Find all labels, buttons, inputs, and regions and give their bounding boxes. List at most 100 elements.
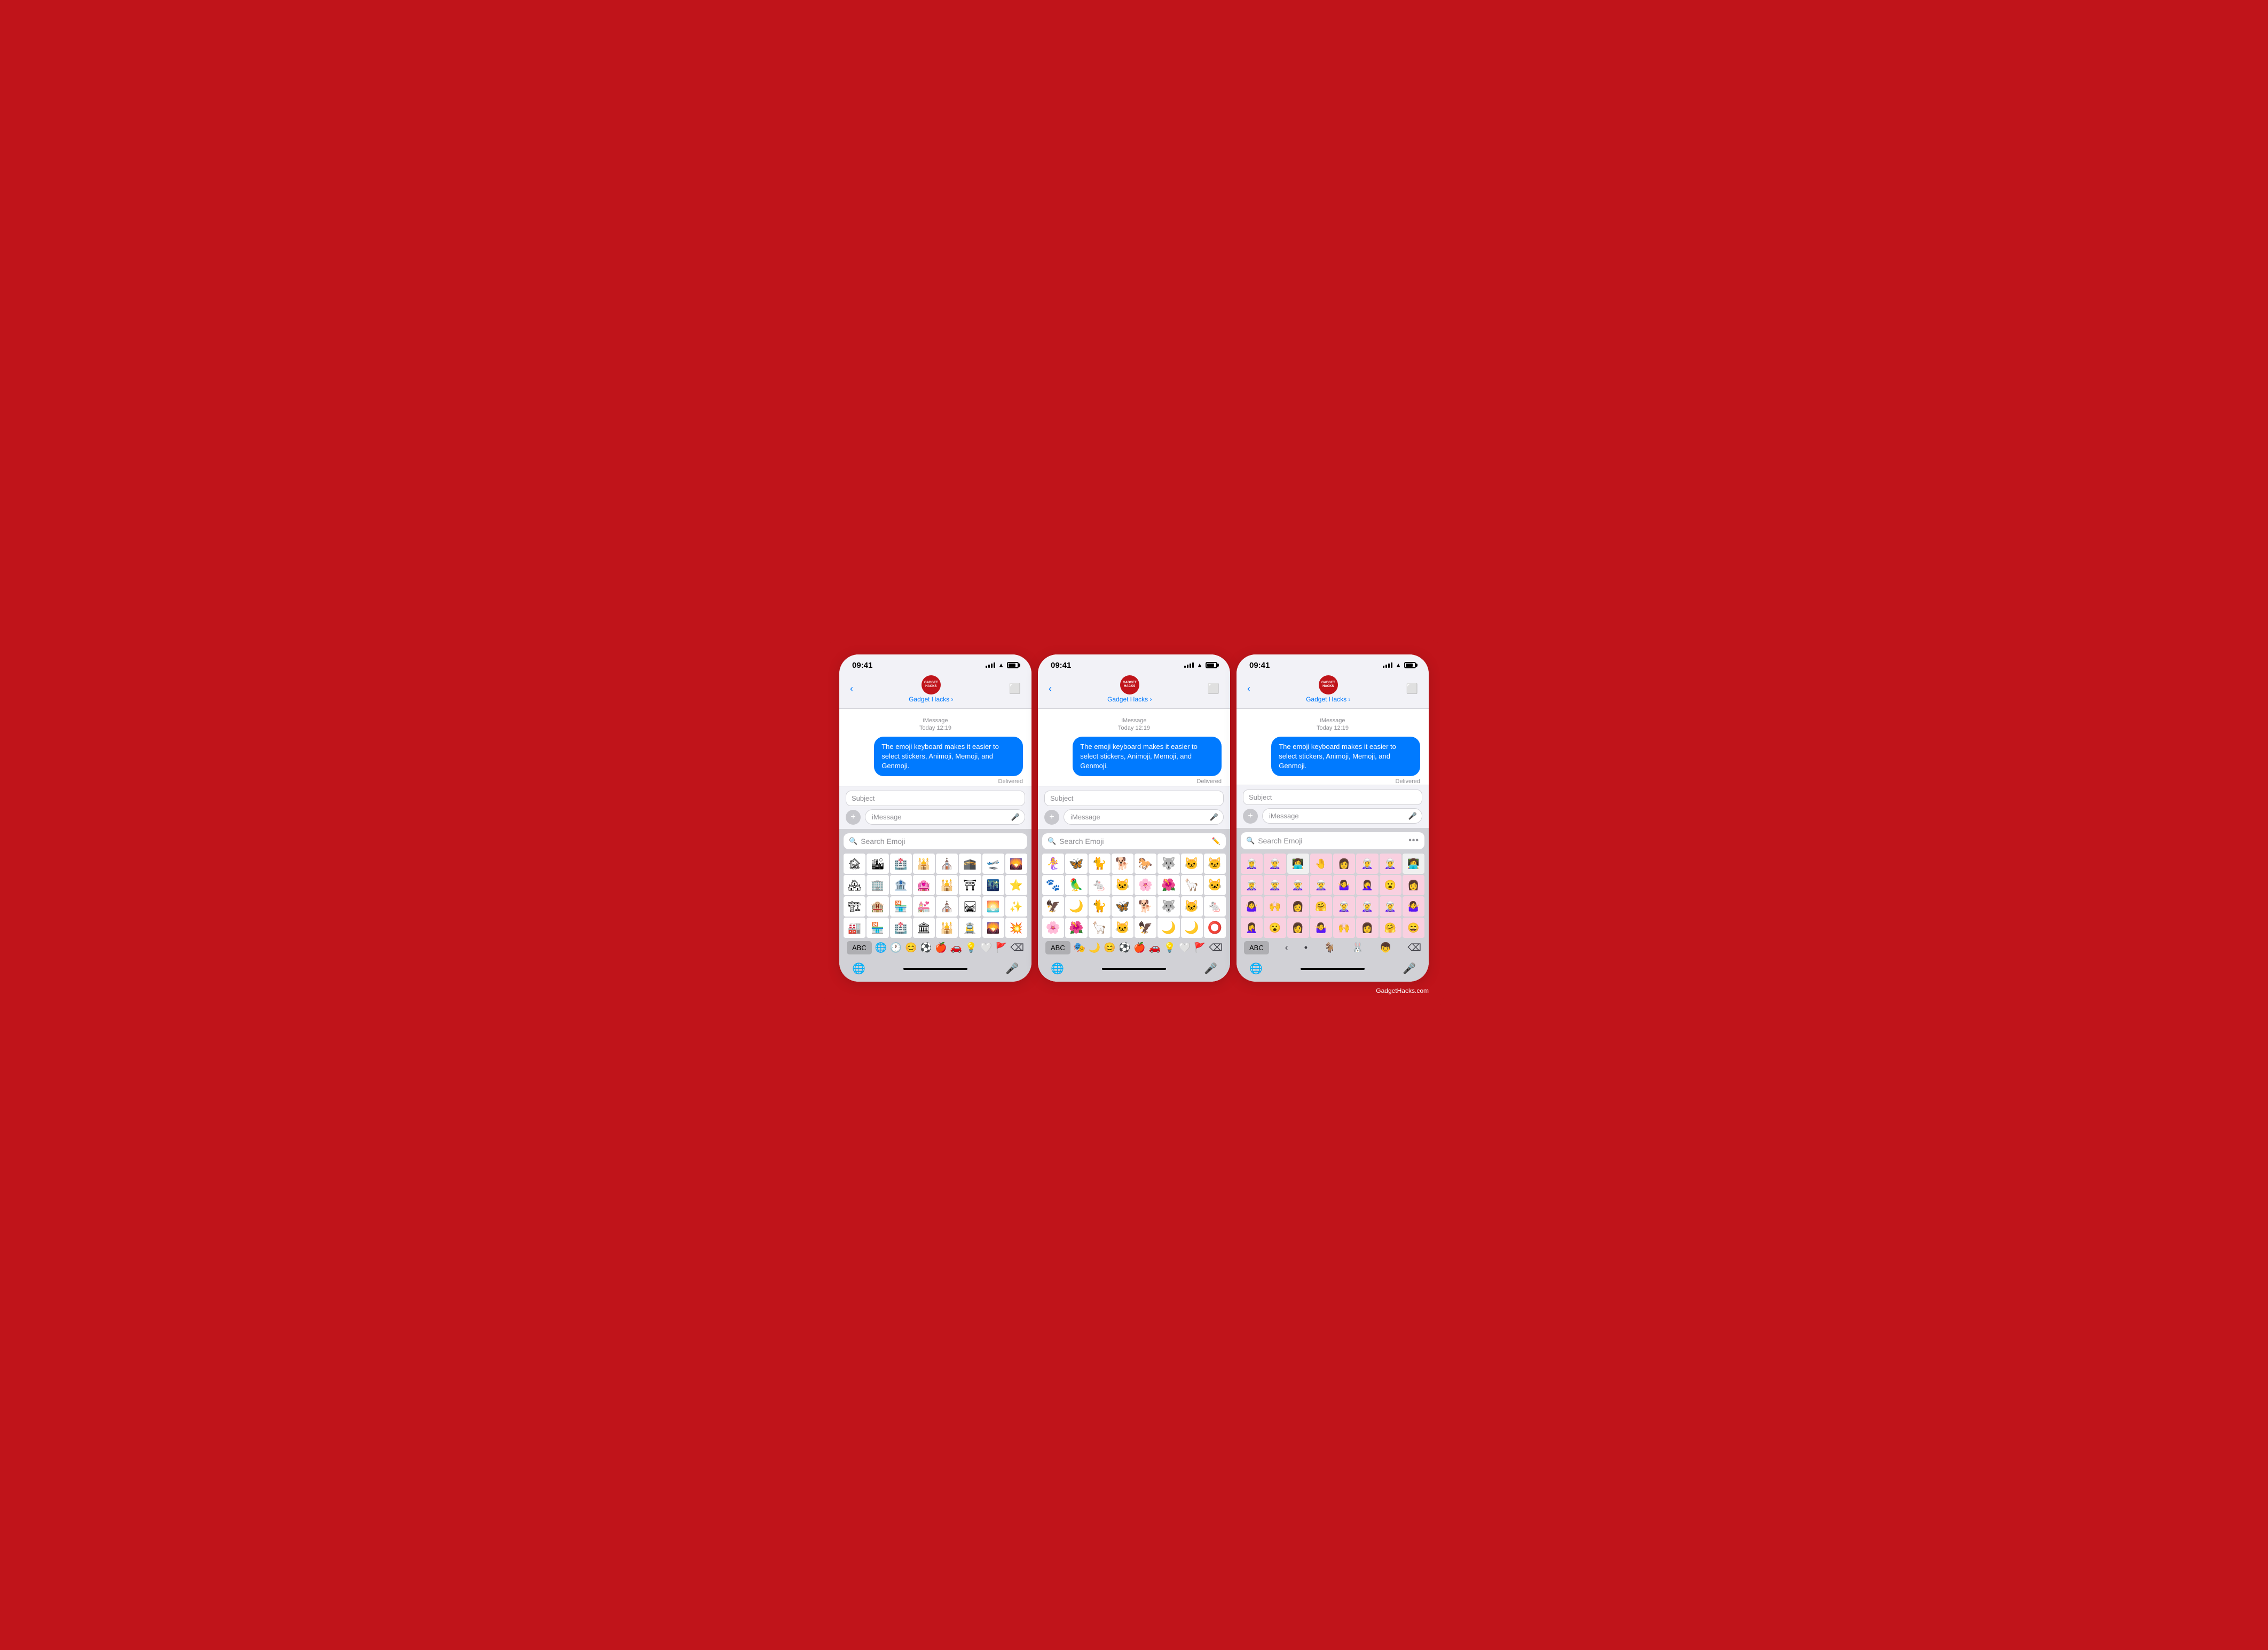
sticker-cell[interactable]: 🦙 (1089, 918, 1111, 938)
more-icon-3[interactable]: ••• (1408, 836, 1419, 846)
emoji-cell[interactable]: 🏢 (867, 875, 888, 895)
sticker-cell[interactable]: 🦜 (1065, 875, 1087, 895)
emoji-cell[interactable]: 🕌 (936, 875, 958, 895)
sticker-cell[interactable]: 🐱 (1112, 875, 1133, 895)
toolbar-flag-2[interactable]: 🚩 (1194, 942, 1206, 953)
emoji-cell[interactable]: 🏪 (890, 896, 912, 917)
mic-icon-2[interactable]: 🎤 (1210, 813, 1218, 822)
sticker-cell[interactable]: 🐱 (1204, 854, 1226, 874)
back-button-3[interactable]: ‹ (1247, 683, 1250, 694)
plus-button-2[interactable]: + (1044, 810, 1059, 825)
memoji-cell[interactable]: 🧝‍♀️ (1310, 875, 1332, 895)
emoji-cell[interactable]: 🏥 (890, 918, 912, 938)
video-button-1[interactable]: ⬜ (1009, 683, 1021, 694)
memoji-cell[interactable]: 😮 (1380, 875, 1401, 895)
globe-icon-1[interactable]: 🌐 (852, 962, 865, 975)
mic-icon-3[interactable]: 🎤 (1408, 812, 1417, 820)
emoji-cell[interactable]: 🏥 (890, 854, 912, 874)
emoji-cell[interactable]: 💒 (913, 896, 935, 917)
toolbar-dot-3[interactable]: • (1304, 942, 1308, 953)
sticker-cell[interactable]: 🐁 (1089, 875, 1111, 895)
plus-button-1[interactable]: + (846, 810, 861, 825)
emoji-cell[interactable]: 🏨 (867, 896, 888, 917)
backspace-icon-2[interactable]: ⌫ (1209, 942, 1223, 953)
backspace-icon-1[interactable]: ⌫ (1011, 942, 1024, 953)
memoji-cell[interactable]: 👩‍💻 (1403, 854, 1424, 874)
memoji-cell[interactable]: 🤗 (1380, 918, 1401, 938)
toolbar-apple-1[interactable]: 🍎 (935, 942, 947, 953)
memoji-cell[interactable]: 🧝‍♀️ (1380, 854, 1401, 874)
sticker-cell[interactable]: 🌺 (1065, 918, 1087, 938)
toolbar-emoji-2[interactable]: 🎭 (1074, 942, 1085, 953)
toolbar-apple-2[interactable]: 🍎 (1133, 942, 1145, 953)
sticker-cell[interactable]: 🧜‍♀️ (1042, 854, 1064, 874)
toolbar-smile-1[interactable]: 😊 (905, 942, 917, 953)
backspace-icon-3[interactable]: ⌫ (1408, 942, 1421, 953)
sticker-cell[interactable]: 🌺 (1157, 875, 1179, 895)
sticker-cell[interactable]: 🌙 (1157, 918, 1179, 938)
back-button-2[interactable]: ‹ (1049, 683, 1052, 694)
message-field-1[interactable]: iMessage (865, 809, 1025, 825)
emoji-cell[interactable]: ✨ (1005, 896, 1027, 917)
memoji-cell[interactable]: 🧝‍♀️ (1287, 875, 1309, 895)
emoji-cell[interactable]: 🛫 (982, 854, 1004, 874)
sticker-cell[interactable]: 🐁 (1204, 896, 1226, 917)
memoji-cell[interactable]: 🙌 (1264, 896, 1286, 917)
sticker-cell[interactable]: 🌙 (1181, 918, 1203, 938)
memoji-cell[interactable]: 🤦‍♀️ (1241, 918, 1263, 938)
emoji-cell[interactable]: 💥 (1005, 918, 1027, 938)
memoji-cell[interactable]: 🤷‍♀️ (1241, 896, 1263, 917)
sticker-cell[interactable]: 🐈 (1089, 854, 1111, 874)
emoji-cell[interactable]: 🏩 (913, 875, 935, 895)
abc-button-2[interactable]: ABC (1045, 941, 1070, 954)
toolbar-flag-1[interactable]: 🚩 (995, 942, 1007, 953)
sticker-cell[interactable]: 🐱 (1204, 875, 1226, 895)
toolbar-clock-2[interactable]: 🌙 (1089, 942, 1100, 953)
memoji-cell[interactable]: 🧝‍♀️ (1380, 896, 1401, 917)
toolbar-car-1[interactable]: 🚗 (950, 942, 962, 953)
message-field-3[interactable]: iMessage (1262, 808, 1422, 824)
emoji-cell[interactable]: 🚊 (959, 918, 981, 938)
emoji-cell[interactable]: 🕌 (936, 918, 958, 938)
memoji-cell[interactable]: 👩 (1356, 918, 1378, 938)
abc-button-3[interactable]: ABC (1244, 941, 1269, 954)
toolbar-rabbit-3[interactable]: 🐰 (1352, 942, 1364, 953)
memoji-cell[interactable]: 👩 (1287, 918, 1309, 938)
emoji-cell[interactable]: ⛪ (936, 854, 958, 874)
emoji-cell[interactable]: 🌄 (982, 918, 1004, 938)
emoji-cell[interactable]: ⛪ (936, 896, 958, 917)
toolbar-goat-3[interactable]: 🐐 (1324, 942, 1335, 953)
memoji-cell[interactable]: 🧝‍♀️ (1264, 875, 1286, 895)
sticker-cell[interactable]: 🐱 (1112, 918, 1133, 938)
memoji-cell[interactable]: 🧝‍♀️ (1241, 854, 1263, 874)
back-button-1[interactable]: ‹ (850, 683, 853, 694)
sticker-cell[interactable]: 🐈 (1089, 896, 1111, 917)
toolbar-heart-1[interactable]: 🤍 (980, 942, 992, 953)
video-button-3[interactable]: ⬜ (1406, 683, 1418, 694)
memoji-cell[interactable]: 🤚 (1310, 854, 1332, 874)
memoji-cell[interactable]: 🧝‍♀️ (1356, 896, 1378, 917)
sticker-cell[interactable]: 🐎 (1135, 854, 1156, 874)
emoji-cell[interactable]: 🛤 (959, 896, 981, 917)
emoji-cell[interactable]: 🕋 (959, 854, 981, 874)
mic-bottom-1[interactable]: 🎤 (1005, 962, 1019, 975)
memoji-cell[interactable]: 👩 (1333, 854, 1355, 874)
memoji-cell[interactable]: 🤷‍♀️ (1403, 896, 1424, 917)
toolbar-back-3[interactable]: ‹ (1285, 942, 1288, 953)
emoji-cell[interactable]: 🏚 (844, 854, 865, 874)
memoji-cell[interactable]: 😮 (1264, 918, 1286, 938)
emoji-cell[interactable]: 🌄 (1005, 854, 1027, 874)
message-field-2[interactable]: iMessage (1064, 809, 1224, 825)
emoji-cell[interactable]: 🏭 (844, 918, 865, 938)
emoji-cell[interactable]: ⭐ (1005, 875, 1027, 895)
sticker-cell[interactable]: 🌙 (1065, 896, 1087, 917)
edit-icon-2[interactable]: ✏️ (1212, 837, 1220, 846)
memoji-cell[interactable]: 😄 (1403, 918, 1424, 938)
emoji-cell[interactable]: 🌅 (982, 896, 1004, 917)
subject-field-1[interactable]: Subject (846, 791, 1025, 806)
memoji-cell[interactable]: 🤷‍♀️ (1333, 875, 1355, 895)
emoji-cell[interactable]: 🏘 (844, 875, 865, 895)
search-bar-1[interactable]: 🔍 Search Emoji (844, 833, 1027, 849)
mic-bottom-3[interactable]: 🎤 (1403, 962, 1416, 975)
memoji-cell[interactable]: 🧝‍♀️ (1264, 854, 1286, 874)
